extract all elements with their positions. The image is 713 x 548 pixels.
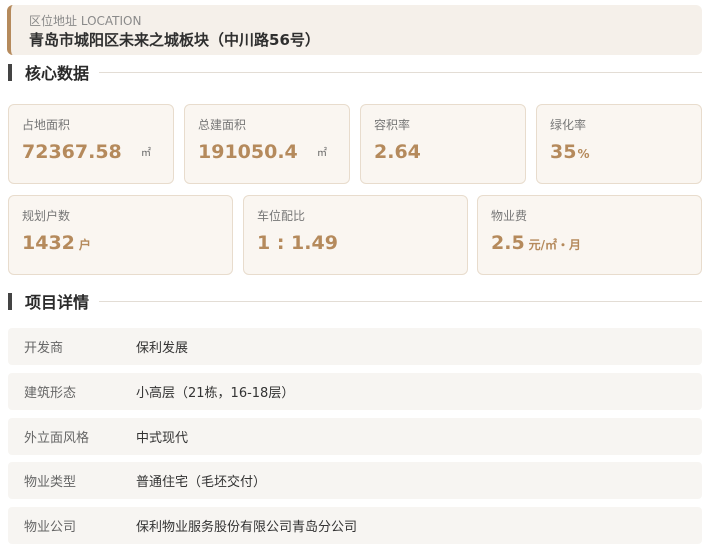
- detail-key: 建筑形态: [24, 386, 77, 401]
- detail-row-property-company: 物业公司 保利物业服务股份有限公司青岛分公司: [8, 507, 702, 544]
- card-label: 总建面积: [198, 118, 247, 132]
- card-unit: %: [577, 147, 590, 161]
- location-address: 青岛市城阳区未来之城板块（中川路56号）: [29, 31, 320, 49]
- card-label: 容积率: [374, 118, 411, 132]
- card-label: 规划户数: [22, 209, 71, 223]
- detail-row-property-type: 物业类型 普通住宅（毛坯交付）: [8, 462, 702, 499]
- card-plot-ratio: 容积率 2.64: [360, 104, 526, 184]
- card-total-floor-area: 总建面积 191050.4 ㎡: [184, 104, 350, 184]
- section-bar: [8, 63, 12, 81]
- section-core-data: 核心数据: [8, 61, 702, 83]
- location-label: 区位地址 LOCATION: [29, 14, 142, 28]
- card-label: 物业费: [491, 209, 528, 223]
- card-households: 规划户数 1432 户: [8, 195, 233, 275]
- card-value: 35: [550, 141, 577, 163]
- card-value: 72367.58: [22, 141, 122, 163]
- card-value: 1 : 1.49: [257, 232, 338, 254]
- card-value: 2.64: [374, 141, 421, 163]
- detail-value: 保利发展: [136, 341, 189, 356]
- card-value: 2.5: [491, 232, 525, 254]
- card-property-fee: 物业费 2.5 元/㎡・月: [477, 195, 702, 275]
- location-banner: 区位地址 LOCATION 青岛市城阳区未来之城板块（中川路56号）: [7, 5, 702, 55]
- card-value: 191050.4: [198, 141, 298, 163]
- detail-value: 保利物业服务股份有限公司青岛分公司: [136, 520, 358, 535]
- detail-key: 物业公司: [24, 520, 77, 535]
- card-parking-ratio: 车位配比 1 : 1.49: [243, 195, 468, 275]
- section-divider: [99, 71, 702, 73]
- card-unit: 户: [78, 238, 91, 252]
- card-label: 车位配比: [257, 209, 306, 223]
- section-title-details: 项目详情: [25, 293, 90, 312]
- detail-key: 物业类型: [24, 475, 77, 490]
- card-unit: ㎡: [317, 148, 327, 159]
- detail-value: 普通住宅（毛坯交付）: [136, 475, 267, 490]
- section-divider: [99, 300, 702, 302]
- card-green-rate: 绿化率 35 %: [536, 104, 702, 184]
- section-bar: [8, 292, 12, 310]
- card-label: 绿化率: [550, 118, 587, 132]
- card-unit: 元/㎡・月: [528, 238, 582, 252]
- detail-value: 小高层（21栋，16-18层）: [136, 386, 295, 401]
- detail-row-facade-style: 外立面风格 中式现代: [8, 418, 702, 455]
- card-label: 占地面积: [22, 118, 71, 132]
- card-land-area: 占地面积 72367.58 ㎡: [8, 104, 174, 184]
- detail-key: 开发商: [24, 341, 64, 356]
- detail-key: 外立面风格: [24, 431, 90, 446]
- detail-row-building-form: 建筑形态 小高层（21栋，16-18层）: [8, 373, 702, 410]
- section-project-details: 项目详情: [8, 290, 702, 312]
- detail-value: 中式现代: [136, 431, 189, 446]
- section-title-core: 核心数据: [25, 64, 90, 83]
- detail-row-developer: 开发商 保利发展: [8, 328, 702, 365]
- card-value: 1432: [22, 232, 75, 254]
- card-unit: ㎡: [141, 148, 151, 159]
